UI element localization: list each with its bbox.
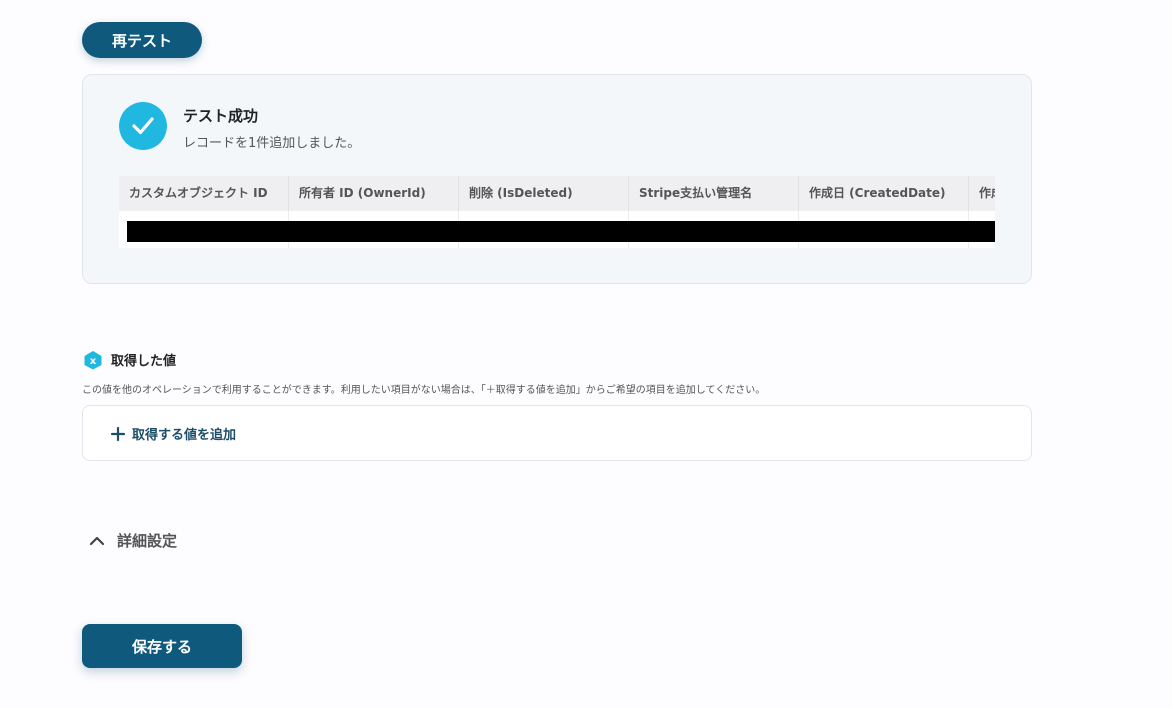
result-subtitle: レコードを1件追加しました。 [183,136,361,151]
plus-icon [110,426,126,441]
table-header-row: カスタムオブジェクト ID 所有者 ID (OwnerId) 削除 (IsDel… [119,176,995,211]
acquired-values-title: 取得した値 [111,354,177,369]
details-label: 詳細設定 [117,532,178,550]
column-header: Stripe支払い管理名 [629,176,799,211]
save-button[interactable]: 保存する [82,624,242,668]
column-header: 削除 (IsDeleted) [459,176,629,211]
result-title: テスト成功 [183,107,259,125]
column-header: 所有者 ID (OwnerId) [289,176,459,211]
redaction-bar [127,221,995,242]
chevron-up-icon [89,536,105,545]
variable-icon: x [84,351,102,370]
column-header: 作成日 (CreatedDate) [799,176,969,211]
table-row [119,211,995,248]
column-header: 作成 [969,176,995,211]
add-value-box: 取得する値を追加 [82,405,1032,461]
check-icon [119,102,167,150]
page: 再テスト テスト成功 レコードを1件追加しました。 カスタムオブジェクト ID … [0,0,1172,708]
acquired-values-description: この値を他のオペレーションで利用することができます。利用したい項目がない場合は、… [82,385,766,396]
svg-text:x: x [90,356,97,367]
column-header: カスタムオブジェクト ID [119,176,289,211]
add-value-label: 取得する値を追加 [132,428,237,443]
retest-button[interactable]: 再テスト [82,22,202,58]
result-table[interactable]: カスタムオブジェクト ID 所有者 ID (OwnerId) 削除 (IsDel… [119,176,995,248]
add-value-button[interactable]: 取得する値を追加 [110,424,236,443]
details-toggle[interactable]: 詳細設定 [88,530,177,551]
test-result-card: テスト成功 レコードを1件追加しました。 カスタムオブジェクト ID 所有者 I… [82,74,1032,284]
